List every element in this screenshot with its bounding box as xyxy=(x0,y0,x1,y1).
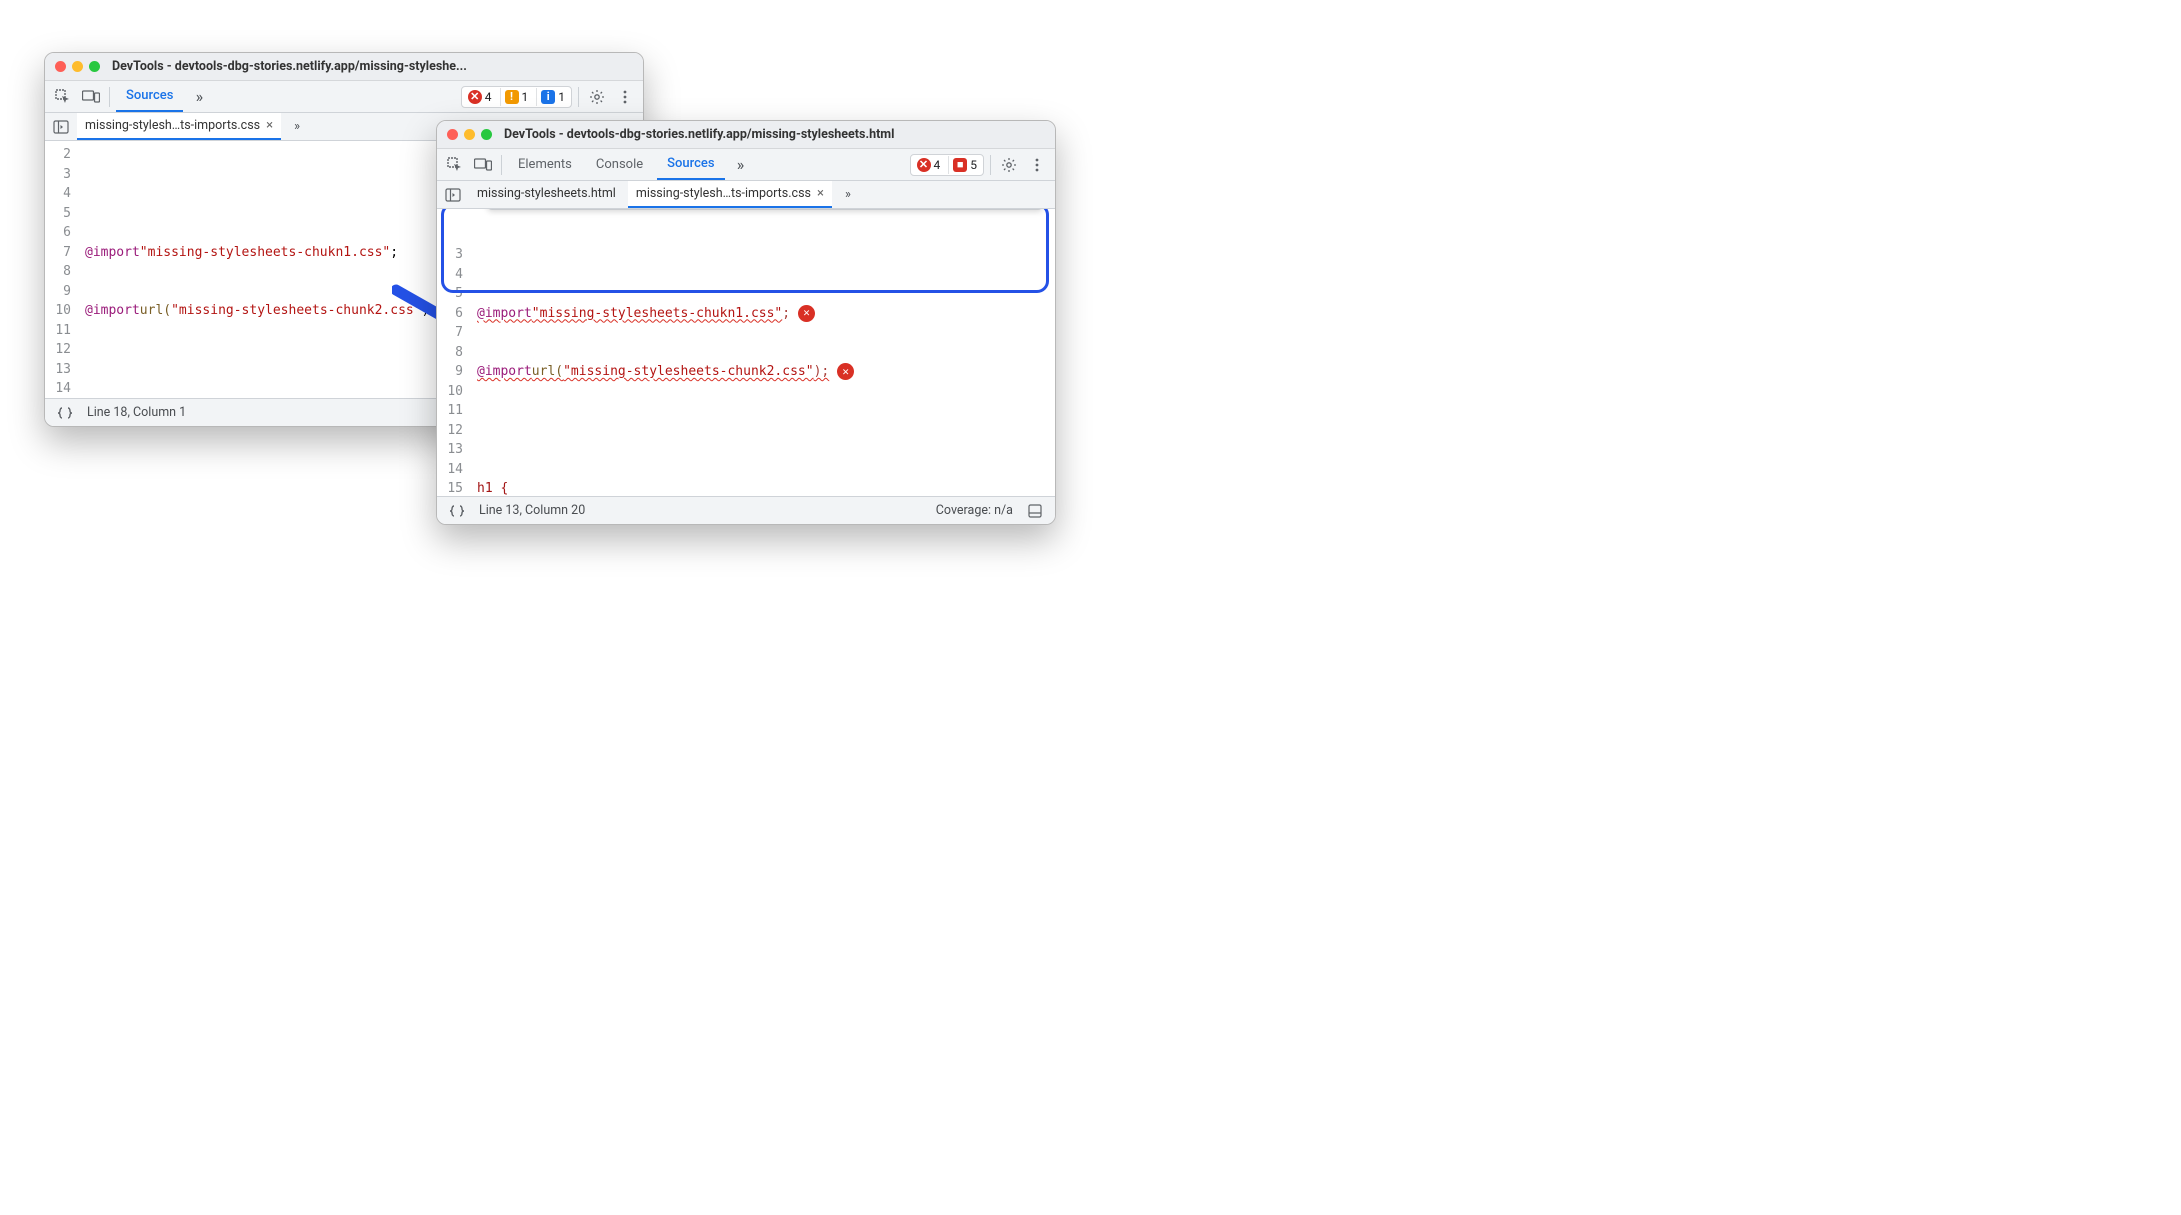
error-icon: ✕ xyxy=(468,90,482,104)
titlebar[interactable]: DevTools - devtools-dbg-stories.netlify.… xyxy=(45,53,643,81)
cursor-position: Line 13, Column 20 xyxy=(479,503,585,518)
show-navigator-icon[interactable] xyxy=(49,115,73,139)
error-warning-badges[interactable]: ✕4 !1 i1 xyxy=(461,86,572,108)
kebab-icon[interactable] xyxy=(1025,153,1049,177)
bottom-panel-icon[interactable] xyxy=(1023,499,1047,523)
pretty-print-icon[interactable] xyxy=(445,499,469,523)
titlebar[interactable]: DevTools - devtools-dbg-stories.netlify.… xyxy=(437,121,1055,149)
issue-icon: ■ xyxy=(953,158,967,172)
file-tab-html[interactable]: missing-stylesheets.html xyxy=(469,181,624,208)
cursor-position: Line 18, Column 1 xyxy=(87,405,186,420)
more-tabs-icon[interactable]: » xyxy=(187,85,211,109)
more-tabs-icon[interactable]: » xyxy=(836,183,860,207)
close-icon[interactable] xyxy=(55,61,66,72)
line-gutter: 3456789101112131415161718 xyxy=(437,209,471,496)
close-icon[interactable] xyxy=(447,129,458,140)
devtools-toolbar: Sources » ✕4 !1 i1 xyxy=(45,81,643,113)
code-editor[interactable]: 3456789101112131415161718 ✕ Failed to lo… xyxy=(437,209,1055,496)
inspect-icon[interactable] xyxy=(51,85,75,109)
close-icon[interactable]: × xyxy=(817,187,824,200)
inline-error-icon[interactable]: ✕ xyxy=(798,305,815,322)
coverage-label: Coverage: n/a xyxy=(936,503,1013,518)
devtools-toolbar: Elements Console Sources » ✕4 ■5 xyxy=(437,149,1055,181)
tab-console[interactable]: Console xyxy=(586,149,653,180)
window-title: DevTools - devtools-dbg-stories.netlify.… xyxy=(504,127,1045,142)
tab-elements[interactable]: Elements xyxy=(508,149,582,180)
file-tab-css[interactable]: missing-stylesh…ts-imports.css × xyxy=(628,181,832,208)
device-toggle-icon[interactable] xyxy=(79,85,103,109)
minimize-icon[interactable] xyxy=(464,129,475,140)
tab-sources[interactable]: Sources xyxy=(657,149,724,180)
tab-sources[interactable]: Sources xyxy=(116,81,183,112)
show-navigator-icon[interactable] xyxy=(441,183,465,207)
warning-icon: ! xyxy=(505,90,519,104)
error-tooltip: ✕ Failed to load resource: the server re… xyxy=(487,209,1043,210)
more-tabs-icon[interactable]: » xyxy=(285,115,309,139)
pretty-print-icon[interactable] xyxy=(53,401,77,425)
traffic-lights[interactable] xyxy=(447,129,492,140)
status-bar: Line 13, Column 20 Coverage: n/a xyxy=(437,496,1055,524)
error-icon: ✕ xyxy=(917,158,931,172)
minimize-icon[interactable] xyxy=(72,61,83,72)
more-tabs-icon[interactable]: » xyxy=(729,153,753,177)
info-icon: i xyxy=(541,90,555,104)
file-tabstrip: missing-stylesheets.html missing-stylesh… xyxy=(437,181,1055,209)
inline-error-icon[interactable]: ✕ xyxy=(837,363,854,380)
line-gutter: 23456789101112131415161718 xyxy=(45,141,79,398)
gear-icon[interactable] xyxy=(585,85,609,109)
gear-icon[interactable] xyxy=(997,153,1021,177)
traffic-lights[interactable] xyxy=(55,61,100,72)
window-title: DevTools - devtools-dbg-stories.netlify.… xyxy=(112,59,633,74)
kebab-icon[interactable] xyxy=(613,85,637,109)
devtools-window-after: DevTools - devtools-dbg-stories.netlify.… xyxy=(436,120,1056,525)
inspect-icon[interactable] xyxy=(443,153,467,177)
zoom-icon[interactable] xyxy=(89,61,100,72)
close-icon[interactable]: × xyxy=(266,119,273,132)
error-badges[interactable]: ✕4 ■5 xyxy=(910,154,985,176)
file-tab[interactable]: missing-stylesh…ts-imports.css × xyxy=(77,113,281,140)
device-toggle-icon[interactable] xyxy=(471,153,495,177)
zoom-icon[interactable] xyxy=(481,129,492,140)
